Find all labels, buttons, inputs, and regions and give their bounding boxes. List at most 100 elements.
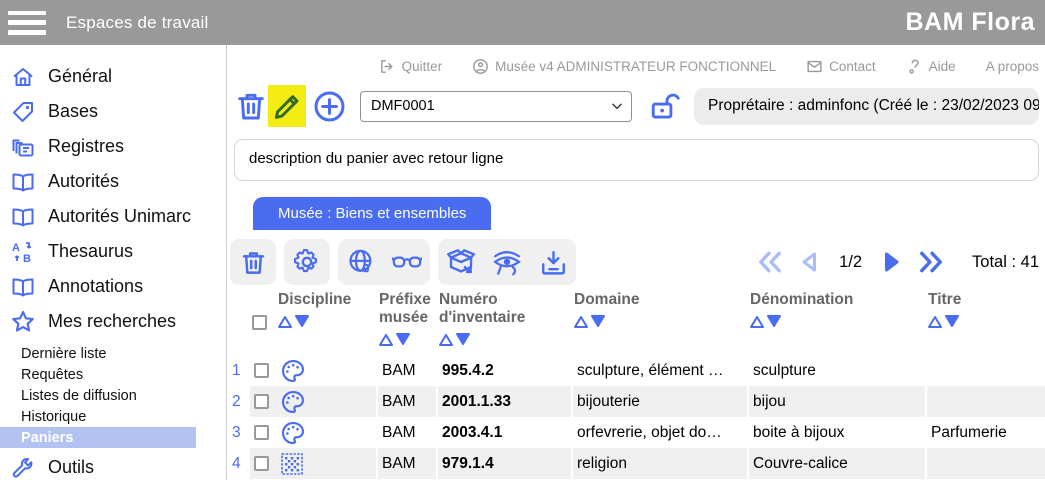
inventory-cell: 995.4.2 <box>436 355 572 386</box>
subnav-item-paniers[interactable]: Paniers <box>0 427 196 448</box>
box-export-icon <box>447 249 475 274</box>
row-number-link[interactable]: 3 <box>228 417 250 448</box>
sidebar-item-thesaurus[interactable]: AB Thesaurus <box>0 234 226 269</box>
page-indicator: 1/2 <box>839 252 863 271</box>
pagination: 1/2 Total : 41 <box>757 249 1039 275</box>
sort-control[interactable] <box>928 315 1041 328</box>
sort-control[interactable] <box>379 333 433 346</box>
logout-icon <box>380 60 393 73</box>
sidebar-item-label: Général <box>48 66 113 86</box>
last-page-button[interactable] <box>918 249 944 275</box>
basket-toolbar: DMF0001 Proprétaire : adminfonc (Créé le… <box>234 85 1045 127</box>
basket-description-field[interactable]: description du panier avec retour ligne <box>234 139 1039 181</box>
row-checkbox[interactable] <box>254 455 269 471</box>
delete-selection-button[interactable] <box>230 239 276 285</box>
sidebar-item-label: Outils <box>48 457 95 477</box>
domaine-cell: sculpture, élément … <box>571 355 748 386</box>
subnav-item-listes-de-diffusion[interactable]: Listes de diffusion <box>0 385 226 406</box>
previous-page-button[interactable] <box>797 249 823 275</box>
row-number-link[interactable]: 2 <box>228 386 250 417</box>
book-icon <box>10 274 36 300</box>
web-view-button[interactable] <box>346 247 376 277</box>
quitter-link[interactable]: Quitter <box>379 58 442 75</box>
sidebar-item-mes-recherches[interactable]: Mes recherches <box>0 304 226 339</box>
sort-control[interactable] <box>439 333 568 346</box>
sort-control[interactable] <box>278 315 373 328</box>
total-count: Total : 41 <box>972 252 1039 271</box>
aide-link[interactable]: Aide <box>906 58 956 75</box>
row-number-link[interactable]: 4 <box>228 448 250 479</box>
scope-tab-musee-biens[interactable]: Musée : Biens et ensembles <box>253 197 492 230</box>
sidebar-item-autorites[interactable]: Autorités <box>0 164 226 199</box>
sidebar-item-annotations[interactable]: Annotations <box>0 269 226 304</box>
sidebar-item-registres[interactable]: Registres <box>0 129 226 164</box>
app-logo: BAM Flora <box>905 8 1035 36</box>
discipline-cell <box>276 448 377 479</box>
envelope-icon <box>807 60 822 73</box>
top-bar: Espaces de travail BAM Flora <box>0 0 1045 45</box>
palette-icon <box>281 359 305 382</box>
select-all-checkbox[interactable] <box>252 315 267 330</box>
table-header-row: Discipline Préfixe musée Numéro d'invent… <box>228 287 1045 355</box>
read-view-button[interactable] <box>392 247 422 277</box>
sidebar-item-outils[interactable]: Outils <box>0 450 226 480</box>
sidebar-item-label: Bases <box>48 101 99 121</box>
sidebar-item-label: Thesaurus <box>48 241 134 261</box>
unlock-button[interactable] <box>648 89 682 123</box>
current-user[interactable]: Musée v4 ADMINISTRATEUR FONCTIONNEL <box>472 58 776 75</box>
next-page-button[interactable] <box>878 249 904 275</box>
prefix-cell: BAM <box>376 355 437 386</box>
row-checkbox[interactable] <box>254 393 269 409</box>
sort-control[interactable] <box>750 315 922 328</box>
table-row: 2 BAM 2001.1.33 bijouterie bijou <box>228 386 1045 417</box>
star-icon <box>10 309 36 335</box>
sidebar-item-label: Registres <box>48 136 125 156</box>
export-box-button[interactable] <box>446 247 476 277</box>
subnav-item-derniere-liste[interactable]: Dernière liste <box>0 343 226 364</box>
help-icon <box>909 59 919 74</box>
add-basket-button[interactable] <box>312 89 346 123</box>
download-button[interactable] <box>538 247 568 277</box>
column-header-inventaire: Numéro d'inventaire <box>437 287 572 355</box>
application-window: Espaces de travail BAM Flora Général Bas… <box>0 0 1045 480</box>
textile-icon <box>281 452 303 475</box>
plus-circle-icon <box>314 91 344 121</box>
sidebar-item-general[interactable]: Général <box>0 59 226 94</box>
table-row: 1 BAM 995.4.2 sculpture, élément … sculp… <box>228 355 1045 386</box>
apropos-link[interactable]: A propos <box>986 59 1039 74</box>
basket-select[interactable]: DMF0001 <box>360 90 632 122</box>
first-page-button[interactable] <box>757 249 783 275</box>
sidebar-item-bases[interactable]: Bases <box>0 94 226 129</box>
discipline-cell <box>276 355 377 386</box>
sidebar-item-autorites-unimarc[interactable]: Autorités Unimarc <box>0 199 226 234</box>
hamburger-menu-icon[interactable] <box>8 8 48 38</box>
sidebar-item-label: Annotations <box>48 276 144 296</box>
book-icon <box>10 169 36 195</box>
subnav-item-requetes[interactable]: Requêtes <box>0 364 226 385</box>
book-icon <box>10 204 36 230</box>
subnav-item-historique[interactable]: Historique <box>0 406 226 427</box>
preview-button[interactable] <box>492 247 522 277</box>
results-table: Discipline Préfixe musée Numéro d'invent… <box>228 287 1045 479</box>
pencil-icon <box>274 95 299 119</box>
table-row: 4 BAM 979.1.4 religion Couvre-calice <box>228 448 1045 479</box>
row-number-link[interactable]: 1 <box>228 355 250 386</box>
palette-icon <box>281 390 305 413</box>
denomination-cell: sculpture <box>747 355 926 386</box>
contact-link[interactable]: Contact <box>806 58 876 75</box>
denomination-cell: bijou <box>747 386 926 417</box>
glasses-icon <box>392 256 422 268</box>
row-checkbox[interactable] <box>254 424 269 440</box>
delete-basket-button[interactable] <box>234 89 268 123</box>
domaine-cell: orfevrerie, objet do… <box>571 417 748 448</box>
inventory-cell: 2003.4.1 <box>436 417 572 448</box>
settings-button[interactable] <box>284 239 330 285</box>
sort-control[interactable] <box>574 315 744 328</box>
denomination-cell: boite à bijoux <box>747 417 926 448</box>
prefix-cell: BAM <box>376 448 437 479</box>
row-checkbox[interactable] <box>254 362 269 378</box>
lock-open-icon <box>651 93 680 119</box>
titre-cell: Parfumerie <box>925 417 1045 448</box>
inventory-cell: 2001.1.33 <box>436 386 572 417</box>
edit-basket-button[interactable] <box>268 85 306 127</box>
